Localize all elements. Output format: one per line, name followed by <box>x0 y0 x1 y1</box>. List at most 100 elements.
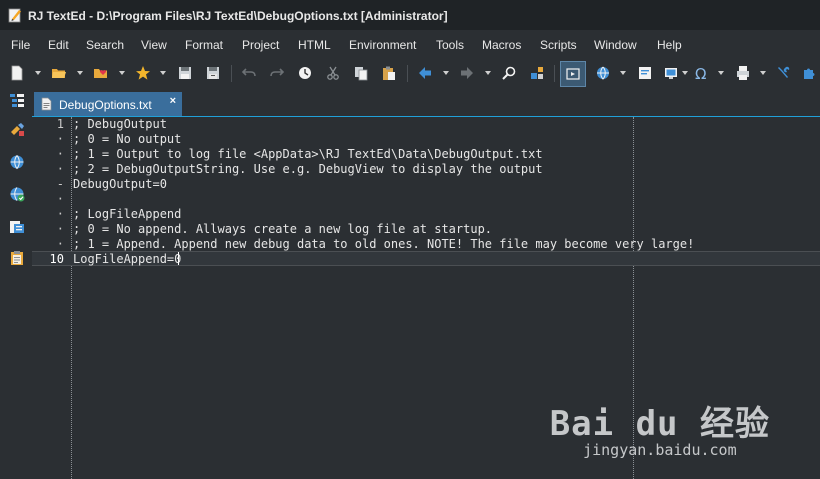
line-number: · <box>56 222 64 236</box>
bookmark-star-icon[interactable] <box>132 62 154 84</box>
editor-line[interactable]: 1 ; DebugOutput <box>32 117 820 132</box>
document-map-icon[interactable] <box>8 218 26 236</box>
line-number: · <box>56 147 64 161</box>
screen-icon[interactable] <box>660 62 682 84</box>
line-text: ; 0 = No output <box>73 132 182 146</box>
editor-line[interactable]: · ; 0 = No append. Allways create a new l… <box>32 222 820 237</box>
menu-scripts[interactable]: Scripts <box>540 38 577 52</box>
menu-window[interactable]: Window <box>594 38 637 52</box>
line-number: · <box>56 207 64 221</box>
globe-icon[interactable] <box>8 153 26 171</box>
code-icon[interactable] <box>634 62 656 84</box>
document-tab-strip: DebugOptions.txt × <box>32 88 820 117</box>
menu-view[interactable]: View <box>141 38 167 52</box>
editor-line[interactable]: · <box>32 192 820 207</box>
menu-help[interactable]: Help <box>657 38 682 52</box>
line-text: DebugOutput=0 <box>73 177 167 191</box>
find-icon[interactable] <box>498 62 520 84</box>
watermark-logo: Bai du 经验 <box>549 404 770 444</box>
menu-project[interactable]: Project <box>242 38 279 52</box>
plugin-icon[interactable] <box>526 62 548 84</box>
app-icon <box>8 7 22 23</box>
line-text: ; 2 = DebugOutputString. Use e.g. DebugV… <box>73 162 543 176</box>
tab-label: DebugOptions.txt <box>59 98 152 112</box>
save-icon[interactable] <box>174 62 196 84</box>
tab-debugoptions[interactable]: DebugOptions.txt × <box>34 92 182 116</box>
svg-text:Ω: Ω <box>695 65 706 81</box>
open-dropdown-icon[interactable] <box>77 71 83 75</box>
print-dropdown-icon[interactable] <box>760 71 766 75</box>
watermark: Bai du 经验 jingyan.baidu.com <box>550 396 770 459</box>
menu-bar: File Edit Search View Format Project HTM… <box>0 30 820 58</box>
menu-macros[interactable]: Macros <box>482 38 521 52</box>
favorites-dropdown-icon[interactable] <box>119 71 125 75</box>
editor-area[interactable]: 1 ; DebugOutput · ; 0 = No output · ; 1 = O… <box>32 117 820 479</box>
preview-icon[interactable] <box>560 61 586 87</box>
redo-icon[interactable] <box>266 62 288 84</box>
forward-arrow-icon[interactable] <box>456 62 478 84</box>
tools-icon[interactable] <box>773 62 795 84</box>
browser-dropdown-icon[interactable] <box>620 71 626 75</box>
back-arrow-icon[interactable] <box>414 62 436 84</box>
menu-file[interactable]: File <box>11 38 30 52</box>
line-number: · <box>56 162 64 176</box>
paste-icon[interactable] <box>378 62 400 84</box>
editor-line[interactable]: · ; 2 = DebugOutputString. Use e.g. Debug… <box>32 162 820 177</box>
new-file-icon[interactable] <box>6 62 28 84</box>
menu-html[interactable]: HTML <box>298 38 331 52</box>
tab-close-icon[interactable]: × <box>170 95 176 107</box>
bookmark-dropdown-icon[interactable] <box>160 71 166 75</box>
line-text: ; LogFileAppend <box>73 207 182 221</box>
back-dropdown-icon[interactable] <box>443 71 449 75</box>
menu-search[interactable]: Search <box>86 38 124 52</box>
cut-icon[interactable] <box>322 62 344 84</box>
menu-edit[interactable]: Edit <box>48 38 69 52</box>
undo-icon[interactable] <box>238 62 260 84</box>
line-number: - <box>56 177 64 191</box>
print-icon[interactable] <box>732 62 754 84</box>
editor-line[interactable]: · ; 1 = Output to log file <AppData>\RJ T… <box>32 147 820 162</box>
omega-icon[interactable]: Ω <box>690 62 712 84</box>
menu-tools[interactable]: Tools <box>436 38 464 52</box>
editor-line[interactable]: · ; LogFileAppend <box>32 207 820 222</box>
omega-dropdown-icon[interactable] <box>718 71 724 75</box>
line-number: 10 <box>49 252 64 266</box>
menu-environment[interactable]: Environment <box>349 38 416 52</box>
toolbar-separator <box>231 65 232 82</box>
toolbar: Ω <box>0 58 820 88</box>
copy-icon[interactable] <box>350 62 372 84</box>
ftp-icon[interactable] <box>8 185 26 203</box>
browser-icon[interactable] <box>592 62 614 84</box>
favorites-icon[interactable] <box>90 62 112 84</box>
editor-line-current[interactable]: 10 LogFileAppend=0 <box>32 251 820 266</box>
side-panel-bar <box>0 88 32 479</box>
save-all-icon[interactable] <box>202 62 224 84</box>
title-bar: RJ TextEd - D:\Program Files\RJ TextEd\D… <box>0 0 820 30</box>
clipboard-icon[interactable] <box>8 249 26 267</box>
clip-tool-icon[interactable] <box>8 121 26 139</box>
line-text: ; 1 = Output to log file <AppData>\RJ Te… <box>73 147 543 161</box>
editor-line[interactable]: · ; 0 = No output <box>32 132 820 147</box>
text-caret <box>178 252 179 265</box>
editor-line[interactable]: · ; 1 = Append. Append new debug data to … <box>32 237 820 252</box>
menu-format[interactable]: Format <box>185 38 223 52</box>
toolbar-separator <box>407 65 408 82</box>
new-file-dropdown-icon[interactable] <box>35 71 41 75</box>
line-number: · <box>56 237 64 251</box>
line-number: · <box>56 132 64 146</box>
file-explorer-icon[interactable] <box>8 91 26 109</box>
line-text: ; 1 = Append. Append new debug data to o… <box>73 237 695 251</box>
line-number: 1 <box>56 117 64 131</box>
line-text: ; 0 = No append. Allways create a new lo… <box>73 222 493 236</box>
forward-dropdown-icon[interactable] <box>485 71 491 75</box>
open-folder-icon[interactable] <box>48 62 70 84</box>
text-file-icon <box>40 97 54 111</box>
line-text: LogFileAppend=0 <box>73 252 182 266</box>
editor-line[interactable]: - DebugOutput=0 <box>32 177 820 192</box>
line-text: ; DebugOutput <box>73 117 167 131</box>
puzzle-icon[interactable] <box>798 62 820 84</box>
toolbar-separator <box>554 65 555 82</box>
history-icon[interactable] <box>294 62 316 84</box>
window-title: RJ TextEd - D:\Program Files\RJ TextEd\D… <box>28 9 448 23</box>
screen-dropdown-icon[interactable] <box>682 71 688 75</box>
